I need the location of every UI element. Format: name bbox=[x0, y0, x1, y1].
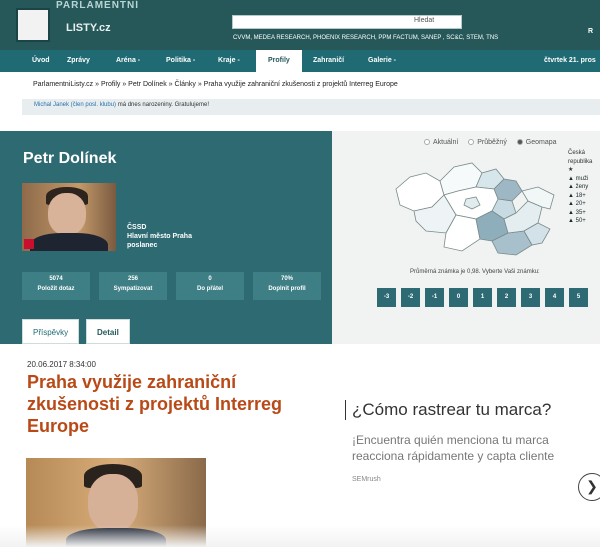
legend-item: ★ bbox=[568, 167, 574, 173]
profile-region: Hlavní město Praha bbox=[127, 233, 192, 240]
legend-item: republika bbox=[568, 158, 593, 165]
page: PARLAMENTNÍ LISTY.cz Hledat CVVM, MEDEA … bbox=[0, 0, 600, 547]
rate-button[interactable]: 1 bbox=[473, 288, 492, 307]
main-menu: Úvod Zprávy Aréna - Politika - Kraje - P… bbox=[0, 50, 600, 72]
rating-map-panel: Aktuální Průběžný Geomapa Česká republik… bbox=[332, 131, 600, 344]
rate-button[interactable]: 0 bbox=[449, 288, 468, 307]
stat-label: Sympatizovat bbox=[113, 286, 153, 292]
stat-label: Položit dotaz bbox=[37, 286, 75, 292]
sympathize-button[interactable]: 256 Sympatizovat bbox=[99, 272, 167, 300]
menu-item-galerie[interactable]: Galerie - bbox=[368, 50, 396, 72]
legend-item: Česká bbox=[568, 150, 586, 156]
stat-value: 5074 bbox=[49, 276, 63, 282]
stat-value: 256 bbox=[127, 276, 138, 282]
profile-party: ČSSD bbox=[127, 224, 147, 231]
ad-text: ¡Encuentra quién menciona tu marca reacc… bbox=[352, 432, 600, 464]
stat-value: 70% bbox=[280, 276, 293, 282]
header-right-link[interactable]: R bbox=[588, 28, 593, 35]
legend-item[interactable]: ▲ ženy bbox=[568, 183, 592, 192]
filter-aktualni[interactable]: Aktuální bbox=[424, 139, 458, 146]
rate-button[interactable]: 3 bbox=[521, 288, 540, 307]
legend-item[interactable]: ▲ 50+ bbox=[568, 217, 592, 226]
rate-button[interactable]: -3 bbox=[377, 288, 396, 307]
legend-item[interactable]: ▲ 20+ bbox=[568, 200, 592, 209]
partners-text: CVVM, MEDEA RESEARCH, PHOENIX RESEARCH, … bbox=[233, 35, 499, 41]
ad-text-line: reacciona rápidamente y capta cliente bbox=[352, 449, 555, 463]
menu-item-kraje[interactable]: Kraje - bbox=[218, 50, 240, 72]
map-legend: Česká republika ★ ▲ muži ▲ ženy ▲ 18+ ▲ … bbox=[568, 149, 592, 226]
chevron-right-icon[interactable]: ❯ bbox=[578, 473, 600, 501]
menu-item-zahranici[interactable]: Zahraničí bbox=[313, 50, 344, 72]
ticker-text: Michal Janek (člen posl. klubu) má dnes … bbox=[34, 102, 209, 108]
add-friend-button[interactable]: 0 Do přátel bbox=[176, 272, 244, 300]
menu-item-zpravy[interactable]: Zprávy bbox=[67, 50, 90, 72]
rate-button[interactable]: -1 bbox=[425, 288, 444, 307]
menu-item-uvod[interactable]: Úvod bbox=[32, 50, 50, 72]
menu-item-arena[interactable]: Aréna - bbox=[116, 50, 140, 72]
profile-name: Petr Dolínek bbox=[23, 150, 117, 167]
stat-value: 0 bbox=[208, 276, 212, 282]
ask-question-button[interactable]: 5074 Položit dotaz bbox=[22, 272, 90, 300]
current-date: čtvrtek 21. pros bbox=[544, 57, 596, 64]
ticker-message: má dnes narozeniny. Gratulujeme! bbox=[116, 102, 209, 108]
rate-button[interactable]: 2 bbox=[497, 288, 516, 307]
site-logo-icon[interactable] bbox=[16, 8, 50, 42]
site-header: PARLAMENTNÍ LISTY.cz Hledat CVVM, MEDEA … bbox=[0, 0, 600, 50]
profile-info: ČSSD Hlavní město Praha poslanec bbox=[127, 223, 192, 250]
stat-label: Doplnit profil bbox=[268, 286, 306, 292]
rate-button[interactable]: -2 bbox=[401, 288, 420, 307]
rate-button[interactable]: 5 bbox=[569, 288, 588, 307]
profile-panel: Petr Dolínek ČSSD Hlavní město Praha pos… bbox=[0, 131, 332, 344]
party-badge-icon bbox=[24, 239, 34, 249]
menu-item-politika[interactable]: Politika - bbox=[166, 50, 195, 72]
bottom-fade bbox=[0, 525, 600, 547]
legend-item[interactable]: ▲ 35+ bbox=[568, 209, 592, 218]
complete-profile-button[interactable]: 70% Doplnit profil bbox=[253, 272, 321, 300]
rate-button[interactable]: 4 bbox=[545, 288, 564, 307]
ad-text-line: ¡Encuentra quién menciona tu marca bbox=[352, 433, 549, 447]
article-date: 20.06.2017 8:34:00 bbox=[27, 360, 96, 369]
menu-item-profily[interactable]: Profily bbox=[256, 50, 302, 72]
ad-source: SEMrush bbox=[352, 476, 381, 483]
breadcrumb[interactable]: ParlamentniListy.cz » Profily » Petr Dol… bbox=[33, 81, 398, 88]
logo-sub-text[interactable]: LISTY.cz bbox=[66, 22, 111, 34]
legend-item[interactable]: ▲ 18+ bbox=[568, 192, 592, 201]
ad-title[interactable]: ¿Cómo rastrear tu marca? bbox=[352, 400, 551, 420]
logo-top-text: PARLAMENTNÍ bbox=[56, 0, 140, 11]
birthday-ticker: Michal Janek (člen posl. klubu) má dnes … bbox=[22, 99, 600, 115]
filter-geomapa[interactable]: Geomapa bbox=[516, 139, 557, 146]
tab-prispevky[interactable]: Příspěvky bbox=[22, 319, 80, 344]
filter-prubezny[interactable]: Průběžný bbox=[468, 139, 507, 146]
text-cursor bbox=[345, 400, 346, 420]
map-filter: Aktuální Průběžný Geomapa bbox=[424, 139, 565, 146]
profile-role: poslanec bbox=[127, 242, 158, 249]
legend-item[interactable]: ▲ muži bbox=[568, 175, 592, 184]
search-button[interactable]: Hledat bbox=[414, 17, 434, 24]
stat-label: Do přátel bbox=[196, 286, 223, 292]
czech-regions-map[interactable] bbox=[392, 151, 562, 263]
article-title[interactable]: Praha využije zahraniční zkušenosti z pr… bbox=[27, 371, 327, 437]
ticker-name-link[interactable]: Michal Janek (člen posl. klubu) bbox=[34, 102, 116, 108]
average-rating-text: Průměrná známka je 0,98. Vyberte Vaši zn… bbox=[410, 269, 540, 275]
tab-detail[interactable]: Detail bbox=[86, 319, 130, 344]
profile-photo bbox=[22, 183, 116, 251]
